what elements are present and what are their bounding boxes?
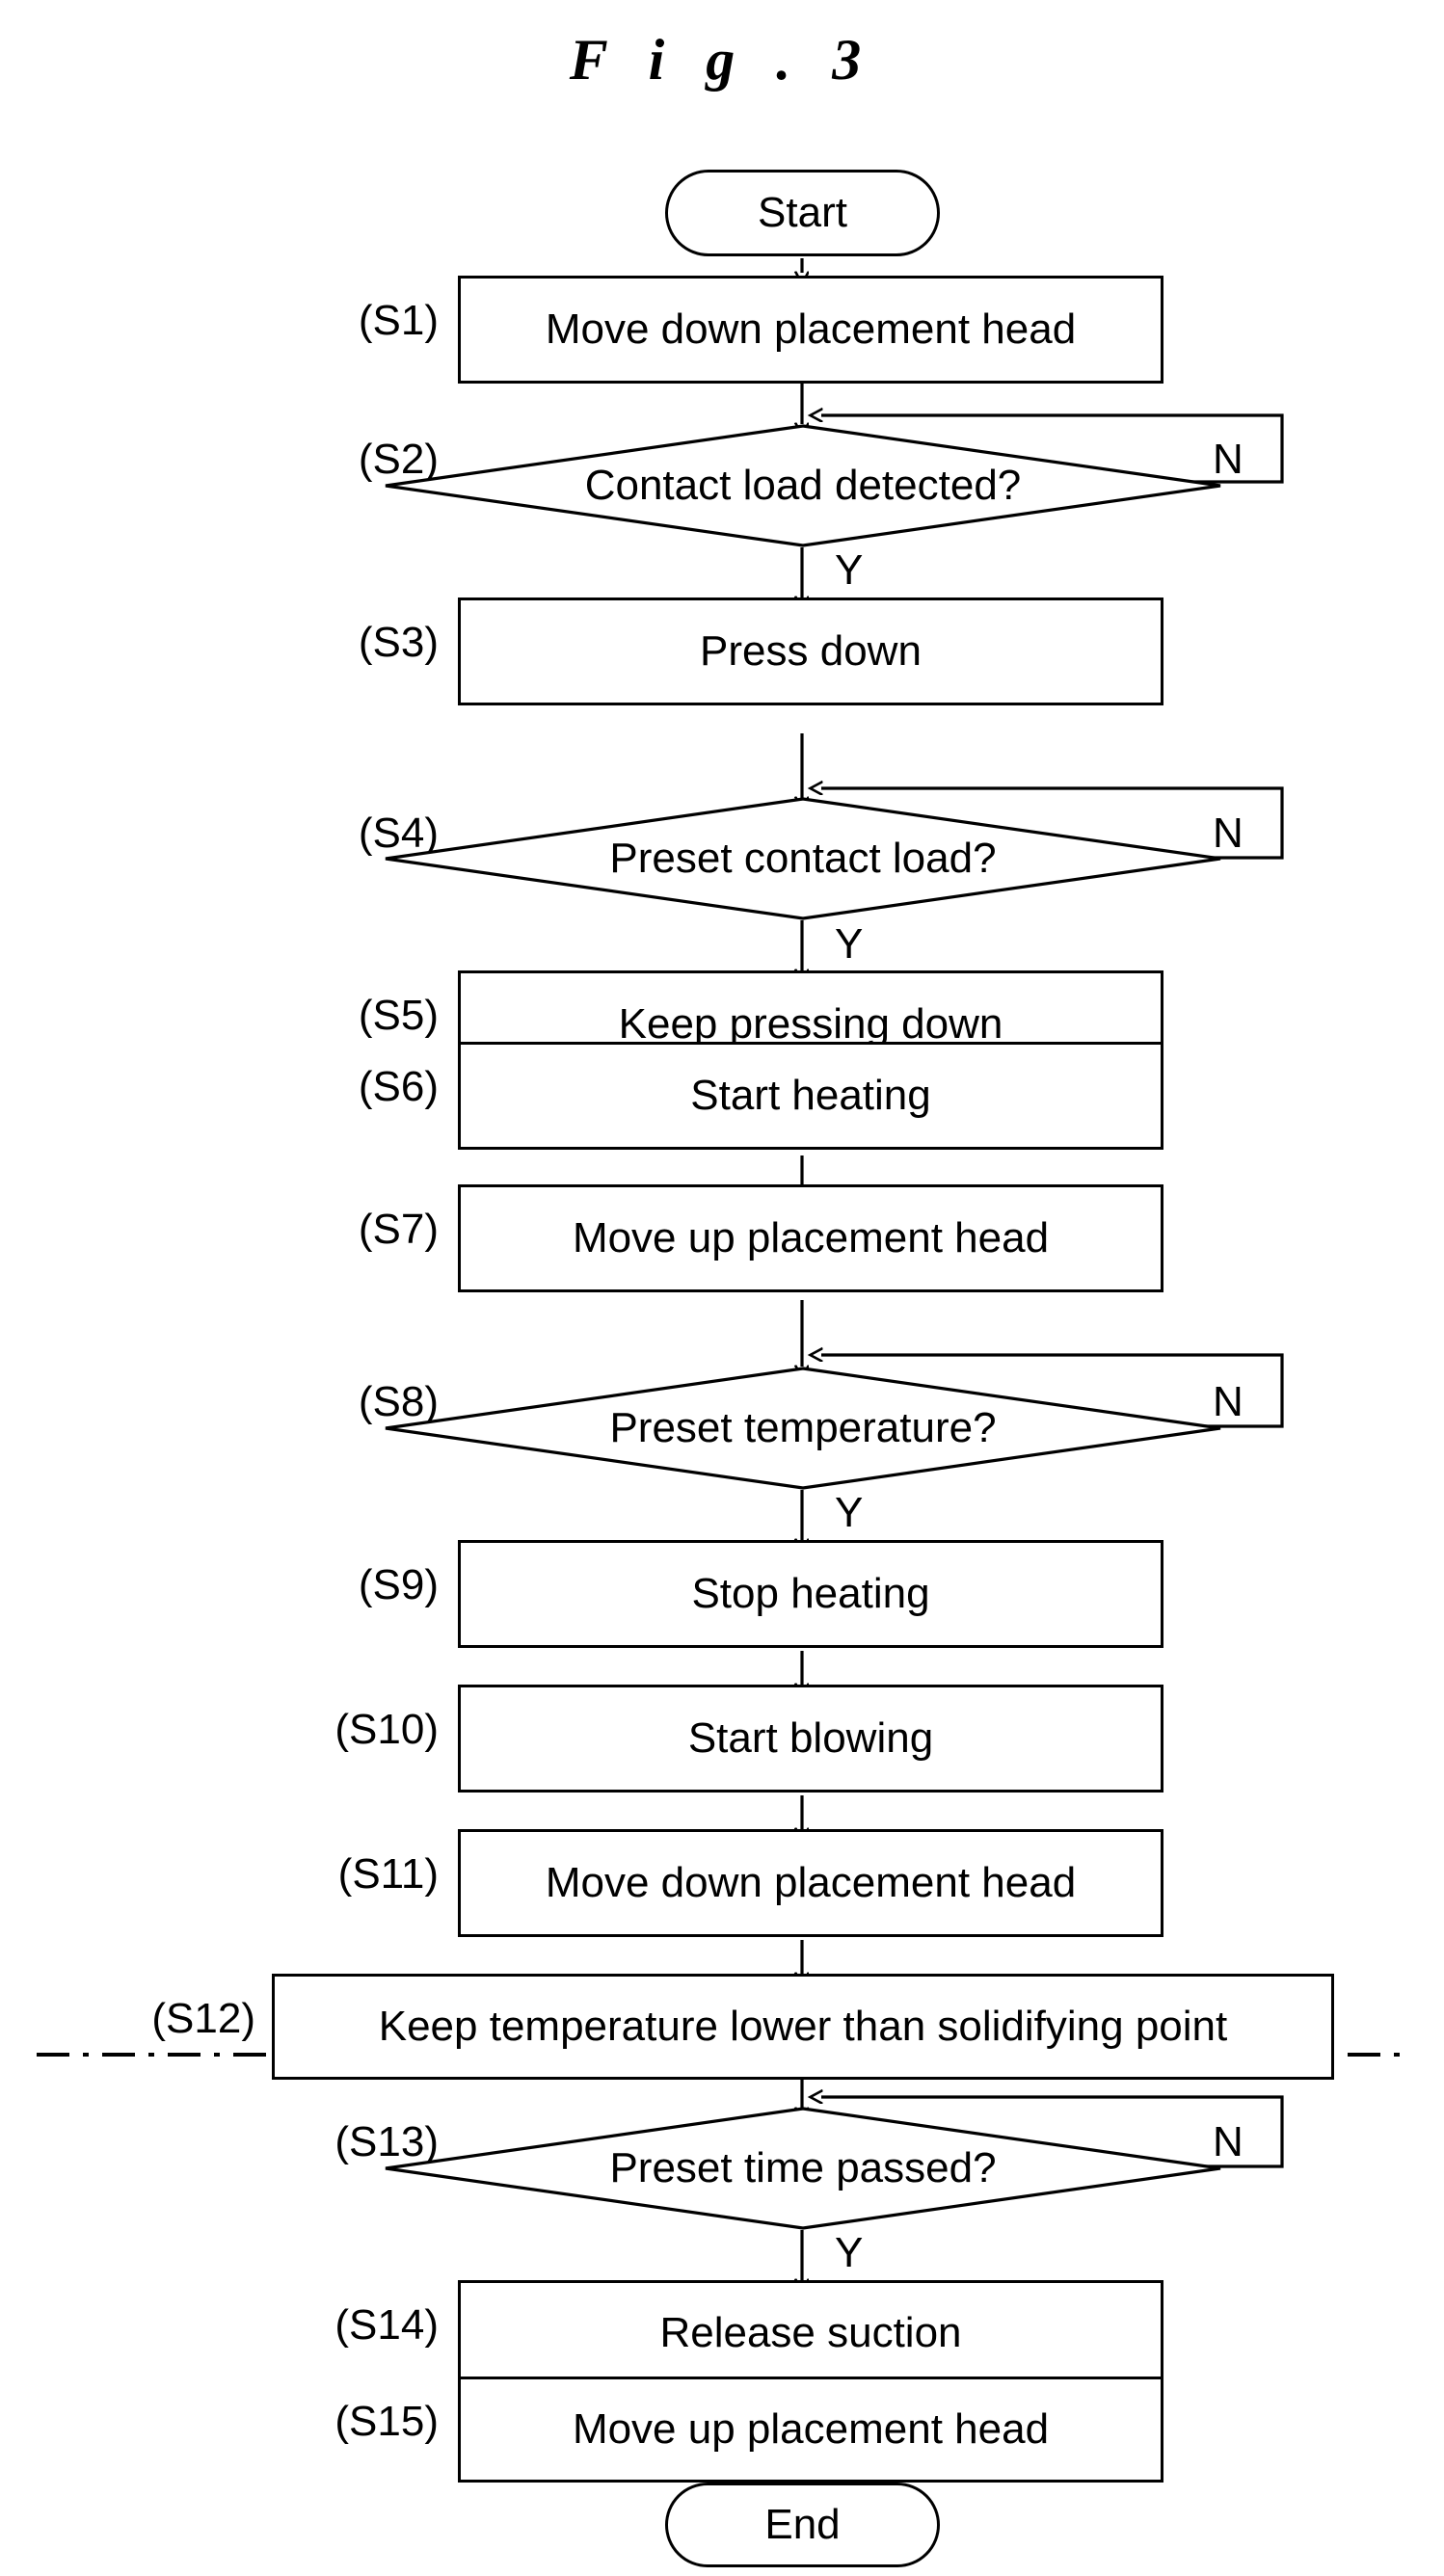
node-s7: Move up placement head	[458, 1184, 1163, 1292]
step-tag-s10: (S10)	[334, 1706, 439, 1753]
node-s3: Press down	[458, 598, 1163, 705]
step-tag-s9: (S9)	[358, 1561, 439, 1608]
step-tag-s6: (S6)	[358, 1063, 439, 1110]
node-s14-label: Release suction	[659, 2308, 962, 2356]
node-s11: Move down placement head	[458, 1829, 1163, 1937]
branch-label-s13-no: N	[1213, 2118, 1243, 2165]
node-s10-label: Start blowing	[687, 1713, 934, 1762]
branch-label-s13-yes: Y	[835, 2229, 864, 2276]
branch-label-s8-no: N	[1213, 1378, 1243, 1425]
step-tag-s7: (S7)	[358, 1206, 439, 1253]
node-s6-label: Start heating	[690, 1071, 931, 1119]
figure-title: F i g . 3	[569, 28, 875, 92]
node-s13-label: Preset time passed?	[609, 2144, 997, 2191]
node-s8-label: Preset temperature?	[609, 1404, 997, 1451]
node-end-label: End	[764, 2500, 841, 2548]
branch-label-s2-no: N	[1213, 436, 1243, 483]
branch-label-s4-yes: Y	[835, 920, 864, 968]
node-s6: Start heating	[458, 1042, 1163, 1150]
node-s15: Move up placement head	[458, 2377, 1163, 2483]
node-s3-label: Press down	[700, 626, 922, 675]
branch-label-s8-yes: Y	[835, 1489, 864, 1536]
node-s5-label: Keep pressing down	[618, 999, 1003, 1048]
node-s1-label: Move down placement head	[545, 305, 1077, 353]
node-s1: Move down placement head	[458, 276, 1163, 384]
node-s2: Contact load detected?	[384, 424, 1222, 547]
node-s14: Release suction	[458, 2280, 1163, 2386]
figure-canvas: F i g . 3 Start (S1) Move down placement…	[0, 0, 1444, 2576]
node-s7-label: Move up placement head	[572, 1213, 1050, 1261]
branch-label-s2-yes: Y	[835, 546, 864, 594]
branch-label-s4-no: N	[1213, 810, 1243, 857]
step-tag-s15: (S15)	[334, 2398, 439, 2445]
node-end: End	[665, 2483, 940, 2567]
step-tag-s11: (S11)	[337, 1850, 439, 1898]
node-s9: Stop heating	[458, 1540, 1163, 1648]
step-tag-s14: (S14)	[334, 2301, 439, 2349]
step-tag-s3: (S3)	[358, 619, 439, 666]
node-start: Start	[665, 170, 940, 256]
node-s12-label: Keep temperature lower than solidifying …	[378, 2002, 1228, 2050]
step-tag-s5: (S5)	[358, 992, 439, 1039]
node-s9-label: Stop heating	[691, 1569, 930, 1617]
node-s13: Preset time passed?	[384, 2107, 1222, 2230]
node-s15-label: Move up placement head	[572, 2404, 1050, 2453]
node-s4-label: Preset contact load?	[609, 835, 997, 882]
node-s12: Keep temperature lower than solidifying …	[272, 1974, 1334, 2080]
step-tag-s1: (S1)	[358, 297, 439, 344]
node-s2-label: Contact load detected?	[584, 462, 1022, 509]
node-s11-label: Move down placement head	[545, 1858, 1077, 1906]
node-start-label: Start	[758, 188, 847, 236]
node-s8: Preset temperature?	[384, 1367, 1222, 1490]
node-s10: Start blowing	[458, 1685, 1163, 1793]
node-s4: Preset contact load?	[384, 797, 1222, 920]
step-tag-s12: (S12)	[151, 1995, 255, 2042]
